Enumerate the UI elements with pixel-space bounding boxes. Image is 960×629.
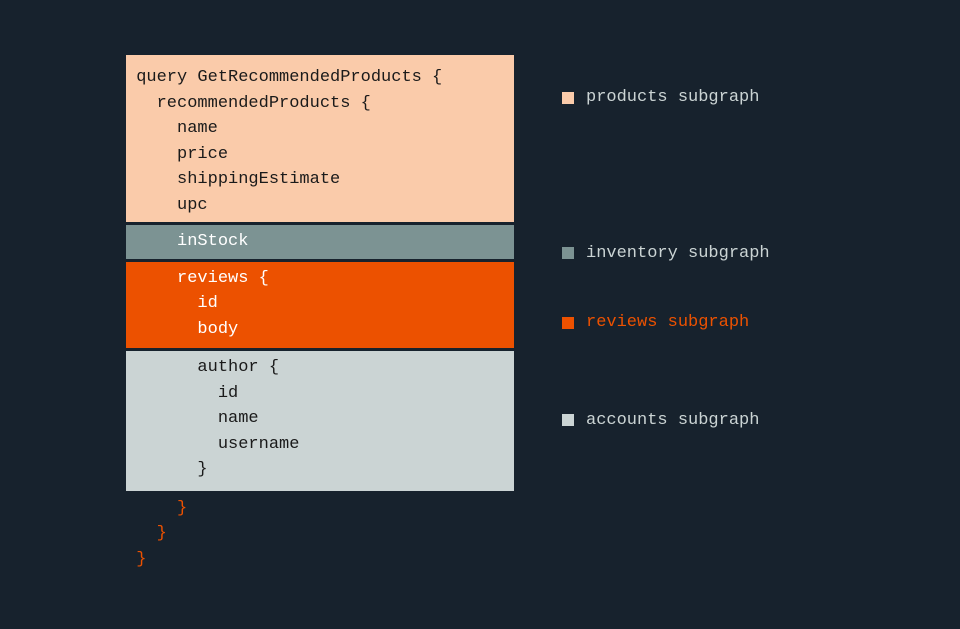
legend-item-accounts: accounts subgraph (562, 408, 770, 434)
legend-label: inventory subgraph (586, 241, 770, 267)
square-icon (562, 414, 574, 426)
legend-item-reviews: reviews subgraph (562, 310, 770, 336)
spacer (562, 111, 770, 241)
legend-label: accounts subgraph (586, 408, 759, 434)
square-icon (562, 247, 574, 259)
square-icon (562, 92, 574, 104)
legend-item-products: products subgraph (562, 85, 770, 111)
legend-item-inventory: inventory subgraph (562, 241, 770, 267)
diagram-container: query GetRecommendedProducts { recommend… (0, 55, 960, 572)
legend-label: reviews subgraph (586, 310, 749, 336)
spacer (562, 266, 770, 310)
legend-label: products subgraph (586, 85, 759, 111)
closing-braces: } } } (126, 494, 514, 573)
legend-column: products subgraph inventory subgraph rev… (562, 55, 770, 433)
reviews-code-block: reviews { id body (126, 262, 514, 349)
query-code-column: query GetRecommendedProducts { recommend… (126, 55, 514, 572)
inventory-code-block: inStock (126, 225, 514, 259)
accounts-code-block: author { id name username } (126, 351, 514, 491)
spacer (562, 336, 770, 408)
products-code-block: query GetRecommendedProducts { recommend… (126, 55, 514, 222)
square-icon (562, 317, 574, 329)
